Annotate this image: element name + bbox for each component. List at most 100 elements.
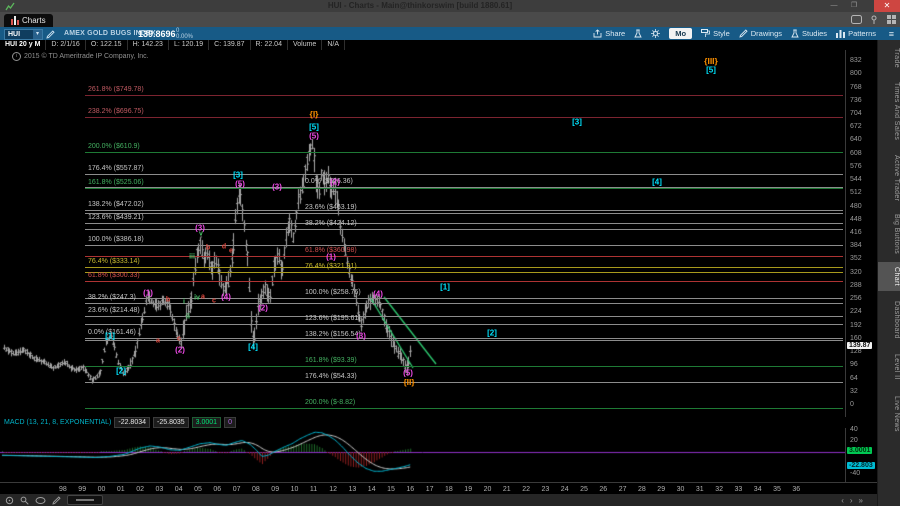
wave-label[interactable]: (5): [309, 132, 319, 141]
fib-level-label[interactable]: 123.6% ($195.61): [305, 315, 361, 322]
wave-label[interactable]: [1]: [105, 332, 115, 341]
fib-level-line[interactable]: [85, 245, 843, 246]
fib-level-line[interactable]: [85, 408, 843, 409]
fib-level-line[interactable]: [85, 174, 843, 175]
fib-level-label[interactable]: 38.2% ($424.12): [305, 220, 357, 227]
fib-level-label[interactable]: 161.8% ($525.06): [88, 179, 144, 186]
restore-layout-icon[interactable]: [851, 15, 862, 24]
wave-label[interactable]: (4): [373, 290, 383, 299]
wave-label[interactable]: (3): [356, 332, 366, 341]
wave-label[interactable]: {III}: [704, 56, 718, 66]
fib-level-line[interactable]: [85, 117, 843, 118]
fib-level-label[interactable]: 23.6% ($214.48): [88, 307, 140, 314]
wave-label[interactable]: (1): [143, 289, 153, 298]
fib-level-line[interactable]: [85, 152, 843, 153]
fib-level-label[interactable]: 23.6% ($463.19): [305, 204, 357, 211]
ellipse-tool-icon[interactable]: [35, 496, 46, 505]
fib-level-label[interactable]: 76.4% ($333.14): [88, 258, 140, 265]
wave-label[interactable]: (2): [330, 178, 340, 187]
restore-button[interactable]: ❐: [846, 1, 862, 11]
wave-label[interactable]: c: [177, 336, 181, 343]
scroll-right-arrow[interactable]: ›: [850, 496, 853, 505]
wave-label[interactable]: (4): [221, 293, 231, 302]
fib-level-line[interactable]: [85, 382, 843, 383]
style-button[interactable]: Style: [701, 29, 730, 38]
fib-level-label[interactable]: 138.2% ($472.02): [88, 201, 144, 208]
symbol-dropdown-caret-icon[interactable]: ▾: [33, 30, 42, 39]
wave-label[interactable]: i: [183, 299, 185, 306]
fib-level-line[interactable]: [85, 338, 843, 339]
fib-level-label[interactable]: 0.0% ($526.36): [305, 178, 353, 185]
fib-level-label[interactable]: 61.8% ($300.33): [88, 272, 140, 279]
fib-level-line[interactable]: [85, 324, 843, 325]
wave-label[interactable]: e: [229, 248, 233, 255]
onDemand-flask-button[interactable]: [634, 29, 642, 38]
fib-level-label[interactable]: 176.4% ($557.87): [88, 165, 144, 172]
zoom-tool-icon[interactable]: [20, 496, 29, 505]
fast-forward-arrow[interactable]: »: [859, 496, 863, 505]
fib-level-line[interactable]: [85, 213, 843, 214]
share-button[interactable]: Share: [593, 29, 625, 38]
fib-level-line[interactable]: [85, 267, 843, 268]
fib-level-line[interactable]: [85, 188, 843, 189]
fib-level-line[interactable]: [85, 256, 843, 257]
edit-pencil-icon[interactable]: [46, 30, 55, 39]
wave-label[interactable]: (3): [272, 183, 282, 192]
fib-level-label[interactable]: 261.8% ($749.78): [88, 86, 144, 93]
fib-level-label[interactable]: 123.6% ($439.21): [88, 214, 144, 221]
price-axis[interactable]: 8328007687367046726406085765445124804484…: [845, 50, 879, 494]
wave-label[interactable]: (5): [235, 180, 245, 189]
fib-level-label[interactable]: 38.2% ($247.3): [88, 294, 136, 301]
wave-label[interactable]: a: [156, 338, 160, 345]
patterns-button[interactable]: Patterns: [836, 29, 876, 38]
wave-label[interactable]: c: [212, 298, 216, 305]
fib-level-line[interactable]: [85, 210, 843, 211]
tab-charts[interactable]: Charts: [4, 14, 53, 27]
sidebar-item-times-and-sales[interactable]: Times And Sales: [878, 76, 900, 146]
wave-label[interactable]: (2): [175, 346, 185, 355]
wave-label[interactable]: (2): [258, 304, 268, 313]
fib-level-label[interactable]: 100.0% ($386.18): [88, 236, 144, 243]
fib-level-label[interactable]: 200.0% ($610.9): [88, 143, 140, 150]
wave-label[interactable]: [2]: [116, 367, 126, 376]
wave-label[interactable]: [4]: [652, 178, 662, 187]
wave-label[interactable]: [4]: [248, 343, 258, 352]
scroll-left-arrow[interactable]: ‹: [841, 496, 844, 505]
wave-label[interactable]: [3]: [572, 118, 582, 127]
sidebar-item-dashboard[interactable]: Dashboard: [878, 295, 900, 344]
sidebar-item-active-trader[interactable]: Active Trader: [878, 150, 900, 206]
sidebar-item-live-news[interactable]: Live News: [878, 390, 900, 437]
fib-level-line[interactable]: [85, 281, 843, 282]
wave-label[interactable]: b: [206, 245, 210, 252]
active-drawing-tool-button[interactable]: [67, 495, 103, 505]
fib-level-label[interactable]: 176.4% ($54.33): [305, 373, 357, 380]
symbol-input[interactable]: HUI ▾: [4, 29, 43, 40]
minimize-button[interactable]: —: [826, 1, 842, 11]
fib-level-line[interactable]: [85, 366, 843, 367]
wave-label[interactable]: [2]: [487, 329, 497, 338]
wave-label[interactable]: ii: [186, 314, 190, 321]
fib-level-label[interactable]: 100.0% ($258.76): [305, 289, 361, 296]
fib-level-label[interactable]: 76.4% ($321.91): [305, 263, 357, 270]
fib-level-label[interactable]: 200.0% ($-8.82): [305, 399, 355, 406]
wave-label[interactable]: a: [201, 294, 205, 301]
wave-label[interactable]: b: [166, 297, 170, 304]
fib-level-line[interactable]: [85, 316, 843, 317]
wave-label[interactable]: {II}: [403, 377, 414, 387]
wave-label[interactable]: {I}: [310, 109, 319, 119]
wave-label[interactable]: (1): [326, 253, 336, 262]
aggregation-period-button[interactable]: Mo: [669, 28, 692, 39]
wave-label[interactable]: d: [222, 244, 226, 251]
macd-study-title[interactable]: MACD (13, 21, 8, EXPONENTIAL): [4, 419, 111, 426]
sidebar-item-big-buttons[interactable]: Big Buttons: [878, 210, 900, 258]
fib-level-label[interactable]: 161.8% ($93.39): [305, 357, 357, 364]
pan-tool-icon[interactable]: [5, 496, 14, 505]
wave-label[interactable]: v: [199, 231, 203, 238]
fib-level-line[interactable]: [85, 95, 843, 96]
sidebar-item-level-ii[interactable]: Level II: [878, 348, 900, 386]
wave-label[interactable]: iv: [194, 295, 200, 302]
fib-level-label[interactable]: 138.2% ($156.54): [305, 331, 361, 338]
toolbar-menu-icon[interactable]: ≡: [889, 29, 894, 39]
pin-icon[interactable]: [870, 15, 879, 24]
wave-label[interactable]: [5]: [706, 66, 716, 75]
